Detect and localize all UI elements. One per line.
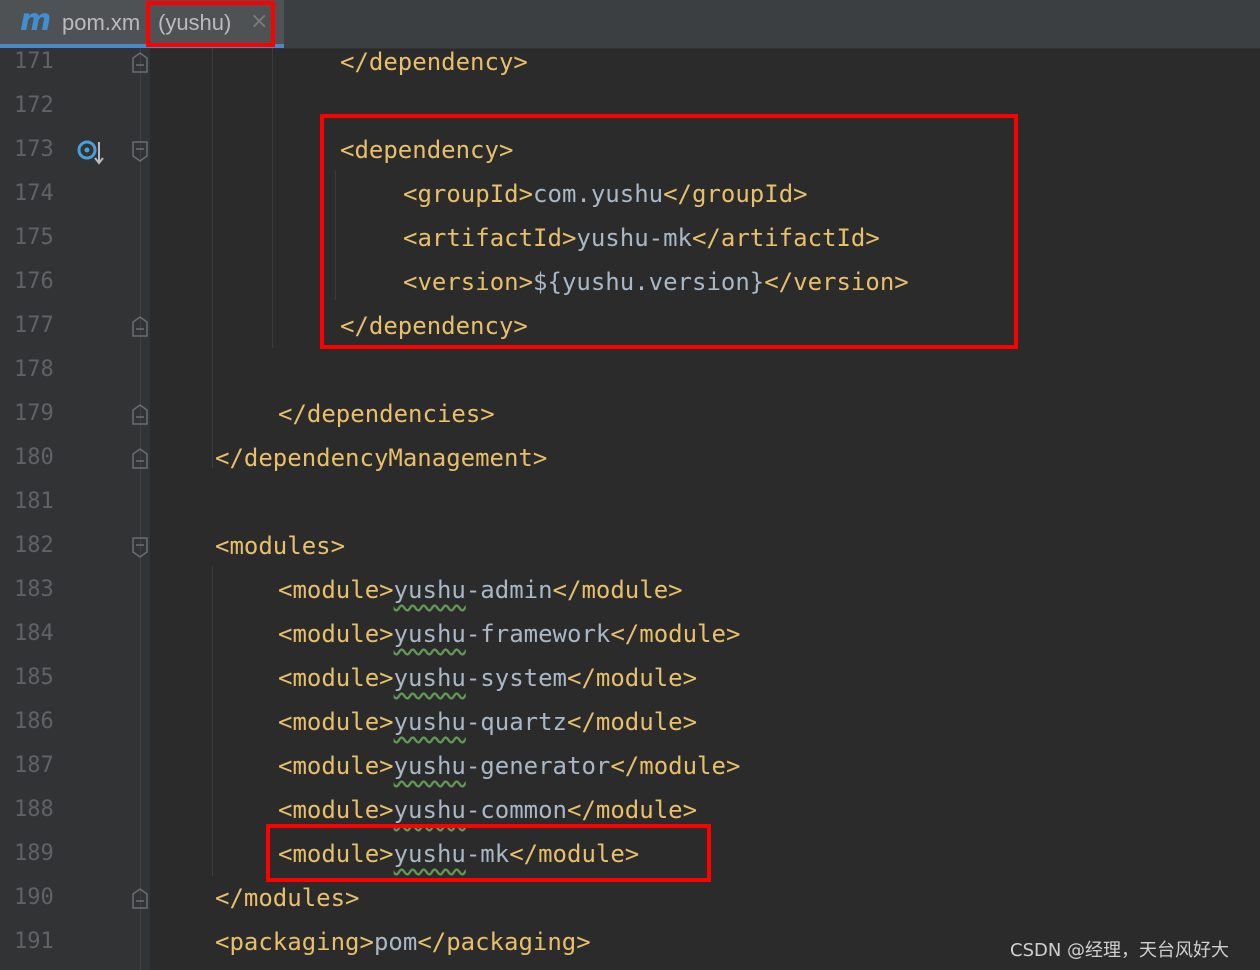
code-line: 182 <modules> xyxy=(0,524,1260,568)
line-number: 189 xyxy=(14,841,54,866)
line-number: 184 xyxy=(14,621,54,646)
fold-end-icon[interactable] xyxy=(131,404,149,426)
xml-element: <module>yushu-framework</module> xyxy=(278,620,741,648)
code-line: 180 </dependencyManagement> xyxy=(0,436,1260,480)
code-line: 181 xyxy=(0,480,1260,524)
line-number: 188 xyxy=(14,797,54,822)
line-number: 191 xyxy=(14,929,54,954)
line-number: 174 xyxy=(14,181,54,206)
line-number: 173 xyxy=(14,137,54,162)
xml-element: <packaging>pom</packaging> xyxy=(215,928,591,956)
watermark: CSDN @经理，天台风好大 xyxy=(1010,940,1230,961)
override-method-arrow-down-icon[interactable] xyxy=(76,137,106,167)
line-number: 183 xyxy=(14,577,54,602)
line-number: 190 xyxy=(14,885,54,910)
xml-tag: </dependency> xyxy=(340,48,528,76)
highlight-box-tab-suffix xyxy=(146,1,275,47)
code-line: 186 <module>yushu-quartz</module> xyxy=(0,700,1260,744)
line-number: 180 xyxy=(14,445,54,470)
code-line: 184 <module>yushu-framework</module> xyxy=(0,612,1260,656)
line-number: 176 xyxy=(14,269,54,294)
xml-tag: </modules> xyxy=(215,884,360,912)
code-line: 179 </dependencies> xyxy=(0,392,1260,436)
line-number: 182 xyxy=(14,533,54,558)
fold-end-icon[interactable] xyxy=(131,888,149,910)
code-line: 187 <module>yushu-generator</module> xyxy=(0,744,1260,788)
line-number: 171 xyxy=(14,49,54,74)
code-line: 178 xyxy=(0,348,1260,392)
xml-tag: </dependencies> xyxy=(278,400,495,428)
line-number: 175 xyxy=(14,225,54,250)
xml-element: <module>yushu-admin</module> xyxy=(278,576,683,604)
xml-tag: </dependencyManagement> xyxy=(215,444,548,472)
code-line: 185 <module>yushu-system</module> xyxy=(0,656,1260,700)
line-number: 187 xyxy=(14,753,54,778)
fold-end-icon[interactable] xyxy=(131,448,149,470)
line-number: 177 xyxy=(14,313,54,338)
xml-element: <module>yushu-quartz</module> xyxy=(278,708,698,736)
code-line: 183 <module>yushu-admin</module> xyxy=(0,568,1260,612)
xml-element: <module>yushu-system</module> xyxy=(278,664,698,692)
line-number: 186 xyxy=(14,709,54,734)
line-number: 185 xyxy=(14,665,54,690)
line-number: 179 xyxy=(14,401,54,426)
fold-end-icon[interactable] xyxy=(131,52,149,74)
highlight-box-dependency xyxy=(320,114,1018,349)
line-number: 178 xyxy=(14,357,54,382)
line-number: 172 xyxy=(14,93,54,118)
tab-title: pom.xm xyxy=(62,10,141,35)
xml-element: <module>yushu-generator</module> xyxy=(278,752,741,780)
fold-end-icon[interactable] xyxy=(131,316,149,338)
xml-tag: <modules> xyxy=(215,532,346,560)
highlight-box-module-mk xyxy=(266,824,711,882)
maven-m-icon: m xyxy=(20,3,52,38)
fold-start-icon[interactable] xyxy=(131,536,149,558)
fold-start-icon[interactable] xyxy=(131,140,149,162)
line-number: 181 xyxy=(14,489,54,514)
code-line: 190 </modules> xyxy=(0,876,1260,920)
